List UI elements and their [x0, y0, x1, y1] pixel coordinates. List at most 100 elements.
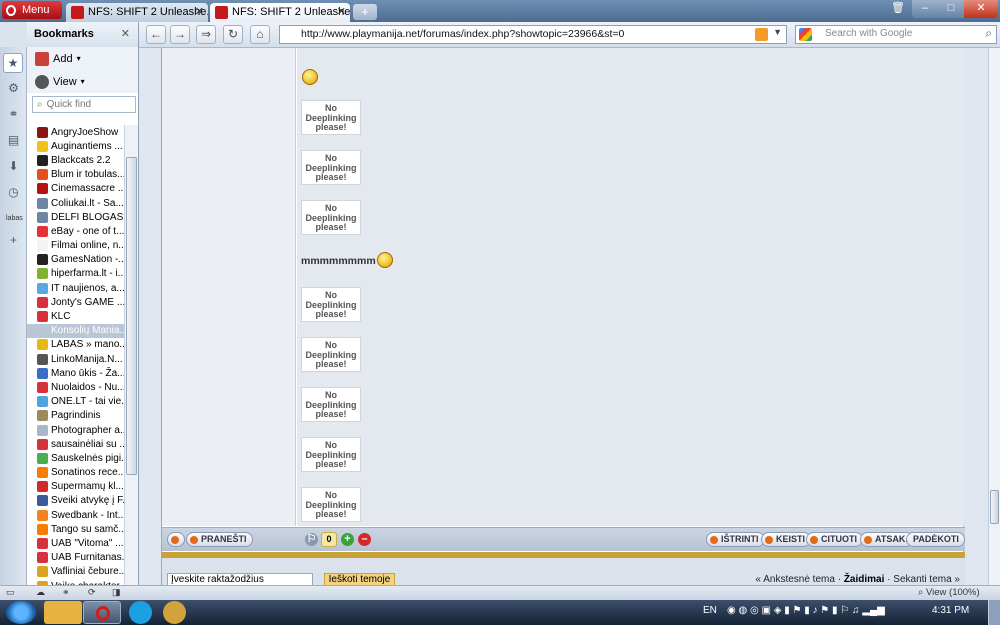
history-panel-icon[interactable]: ◷: [6, 185, 21, 200]
bookmark-item[interactable]: Photographer a...: [27, 423, 124, 437]
tray-icons[interactable]: ◉ ◍ ◎ ▣ ◈ ▮ ⚑ ▮ ♪ ⚑ ▮ ⚐ ♫ ▂▄▆: [727, 605, 885, 616]
scrollbar-thumb[interactable]: [126, 157, 137, 475]
bookmark-item[interactable]: Mano ūkis - Ža...: [27, 366, 124, 380]
bookmark-item[interactable]: Konsolių Mania...: [27, 323, 124, 338]
scrollbar-thumb[interactable]: [990, 490, 999, 524]
bookmarks-scrollbar[interactable]: [124, 125, 138, 585]
bookmark-item[interactable]: Tango su samč...: [27, 522, 124, 536]
panel-toggle-icon[interactable]: ▭: [6, 587, 15, 598]
close-panel-icon[interactable]: ✕: [121, 27, 130, 40]
fast-forward-button[interactable]: ⇒: [196, 25, 216, 44]
unite-icon[interactable]: ⚭: [62, 587, 70, 598]
skype-taskbar-icon[interactable]: [129, 601, 152, 624]
reload-button[interactable]: ↻: [223, 25, 243, 44]
bookmark-item[interactable]: Sveiki atvykę į F...: [27, 494, 124, 508]
bookmark-item[interactable]: KLC: [27, 309, 124, 323]
view-button[interactable]: View ▾: [27, 70, 138, 93]
bookmark-item[interactable]: ONE.LT - tai vie...: [27, 395, 124, 409]
unite-panel-icon[interactable]: ⚭: [6, 107, 21, 122]
app-taskbar-icon[interactable]: [163, 601, 186, 624]
next-topic-link[interactable]: Sekanti tema »: [893, 574, 960, 585]
close-window-button[interactable]: ✕: [964, 0, 998, 18]
sync-icon[interactable]: ⟳: [88, 587, 96, 598]
bookmark-item[interactable]: UAB "Vitoma" ...: [27, 536, 124, 550]
bookmark-item[interactable]: Auginantiems ...: [27, 139, 124, 153]
start-button[interactable]: [6, 601, 36, 624]
home-button[interactable]: ⌂: [250, 25, 270, 44]
new-tab-button[interactable]: +: [353, 4, 377, 20]
bookmark-item[interactable]: Nuolaidos - Nu...: [27, 380, 124, 394]
bookmark-item[interactable]: Blum ir tobulas...: [27, 168, 124, 182]
bookmark-item[interactable]: Blackcats 2.2: [27, 153, 124, 167]
chevron-down-icon[interactable]: ▼: [773, 27, 782, 37]
address-field[interactable]: http://www.playmanija.net/forumas/index.…: [279, 25, 787, 44]
bookmark-item[interactable]: AngryJoeShow: [27, 125, 124, 139]
bookmark-item[interactable]: Sauskelnės pigi...: [27, 451, 124, 465]
bookmark-item[interactable]: Jonty's GAME ...: [27, 295, 124, 309]
opera-menu-button[interactable]: Menu: [2, 1, 62, 19]
close-tab-icon[interactable]: ✕: [195, 5, 204, 18]
no-deeplinking-image: No Deeplinking please!: [301, 437, 361, 472]
opera-taskbar-icon[interactable]: [83, 601, 121, 624]
google-icon[interactable]: [799, 28, 812, 41]
tab-1[interactable]: NFS: SHIFT 2 Unleashe... ✕: [66, 3, 208, 22]
search-topic-button[interactable]: Ieškoti temoje: [324, 573, 395, 585]
forward-button[interactable]: →: [170, 25, 190, 44]
minimize-button[interactable]: –: [912, 0, 938, 18]
bookmark-item[interactable]: LABAS » mano...: [27, 338, 124, 352]
alert-button[interactable]: [167, 532, 185, 547]
search-field[interactable]: Search with Google ⌕: [795, 25, 997, 44]
bookmark-item[interactable]: Coliukai.lt - Sa...: [27, 196, 124, 210]
bookmark-item[interactable]: DELFI BLOGAS ...: [27, 210, 124, 224]
tab-2-active[interactable]: NFS: SHIFT 2 Unleashe... ✕: [210, 3, 350, 22]
widgets-panel-icon[interactable]: ⚙: [6, 81, 21, 96]
turbo-icon[interactable]: ☁: [36, 587, 45, 598]
edit-button[interactable]: KEISTI: [761, 532, 812, 547]
bookmark-item[interactable]: Supermamų kl...: [27, 480, 124, 494]
quick-find-input[interactable]: ⌕ Quick find: [32, 96, 136, 113]
bookmark-item[interactable]: Swedbank - Int...: [27, 508, 124, 522]
keyword-search-input[interactable]: Įveskite raktažodžius: [167, 573, 313, 585]
quote-button[interactable]: CITUOTI: [806, 532, 863, 547]
close-tab-icon[interactable]: ✕: [337, 5, 346, 18]
delete-button[interactable]: IŠTRINTI: [706, 532, 765, 547]
rep-minus-button[interactable]: –: [358, 533, 371, 546]
prev-topic-link[interactable]: « Ankstesnė tema: [755, 574, 835, 585]
report-button[interactable]: PRANEŠTI: [186, 532, 253, 547]
show-desktop-button[interactable]: [988, 600, 1000, 625]
rep-plus-button[interactable]: +: [341, 533, 354, 546]
bookmark-item[interactable]: UAB Furnitanas...: [27, 551, 124, 565]
notes-panel-icon[interactable]: ▤: [6, 133, 21, 148]
add-panel-icon[interactable]: +: [6, 233, 21, 248]
bookmark-item[interactable]: LinkoManija.N...: [27, 352, 124, 366]
bookmark-item[interactable]: GamesNation -...: [27, 253, 124, 267]
bookmark-item[interactable]: eBay - one of t...: [27, 224, 124, 238]
bookmark-label: DELFI BLOGAS ...: [51, 211, 124, 223]
bookmark-item[interactable]: Cinemassacre ...: [27, 182, 124, 196]
downloads-panel-icon[interactable]: ⬇: [6, 159, 21, 174]
trash-icon[interactable]: 🗑: [889, 0, 907, 18]
bookmark-item[interactable]: Pagrindinis: [27, 409, 124, 423]
bookmark-item[interactable]: sausainėliai su ...: [27, 437, 124, 451]
no-deeplinking-image: No Deeplinking please!: [301, 487, 361, 522]
rss-feed-icon[interactable]: [755, 28, 768, 41]
search-icon[interactable]: ⌕: [985, 26, 992, 41]
clock[interactable]: 4:31 PM: [932, 605, 969, 616]
images-icon[interactable]: ◨: [112, 587, 121, 598]
bookmark-item[interactable]: Vafliniai čebure...: [27, 565, 124, 579]
bookmark-item[interactable]: IT naujienos, a...: [27, 281, 124, 295]
thank-button[interactable]: PADĖKOTI: [906, 532, 965, 547]
back-button[interactable]: ←: [146, 25, 166, 44]
bookmarks-panel-icon[interactable]: ★: [3, 53, 23, 73]
labas-panel-icon[interactable]: labas: [6, 211, 23, 226]
maximize-button[interactable]: □: [938, 0, 964, 18]
language-indicator[interactable]: EN: [703, 605, 717, 616]
page-scrollbar[interactable]: [988, 48, 1000, 585]
bookmark-item[interactable]: Filmai online, n...: [27, 239, 124, 253]
bookmark-item[interactable]: Sonatinos rece...: [27, 466, 124, 480]
bookmark-item[interactable]: hiperfarma.lt - i...: [27, 267, 124, 281]
add-bookmark-button[interactable]: Add ▾: [27, 47, 138, 70]
category-link[interactable]: Žaidimai: [844, 574, 885, 585]
zoom-control[interactable]: ⌕ View (100%): [918, 587, 996, 599]
explorer-taskbar-icon[interactable]: [44, 601, 82, 624]
